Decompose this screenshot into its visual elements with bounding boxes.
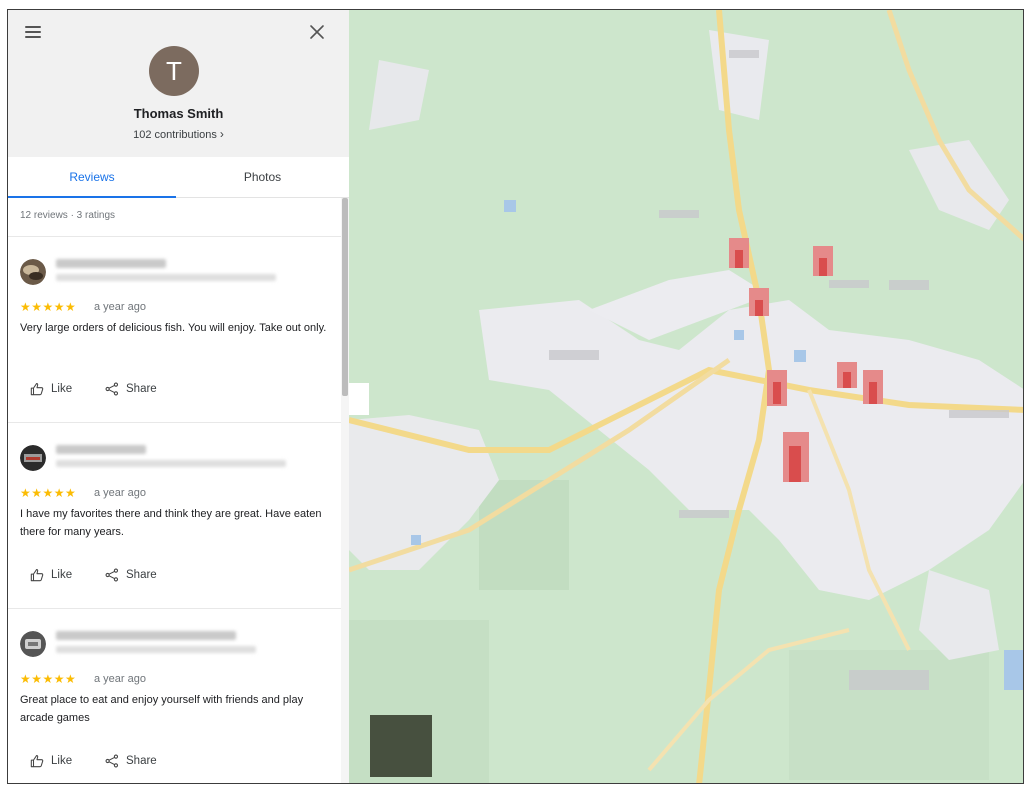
contributor-panel: T Thomas Smith 102 contributions › Review… <box>8 10 349 783</box>
thumb-up-icon <box>30 383 44 396</box>
star-rating: ★★★★★ <box>20 300 77 314</box>
share-label: Share <box>126 383 157 395</box>
thumb-up-icon <box>30 755 44 768</box>
review-time: a year ago <box>94 673 146 685</box>
map-tiles <box>349 10 1023 783</box>
tab-reviews[interactable]: Reviews <box>8 157 176 198</box>
tab-bar: Reviews Photos <box>8 157 349 198</box>
review-item: ★★★★★ a year ago Great place to eat and … <box>8 609 341 783</box>
share-button[interactable]: Share <box>105 379 157 399</box>
like-button[interactable]: Like <box>30 379 72 399</box>
close-icon[interactable] <box>308 23 326 41</box>
reviewer-avatar[interactable] <box>20 445 46 471</box>
like-label: Like <box>51 755 73 767</box>
scrollbar-thumb[interactable] <box>342 198 348 396</box>
reviewer-name-redacted[interactable] <box>56 445 146 454</box>
review-text: I have my favorites there and think they… <box>20 508 322 538</box>
review-summary: 12 reviews · 3 ratings <box>20 210 116 221</box>
share-button[interactable]: Share <box>105 751 157 771</box>
reviewer-avatar[interactable] <box>20 631 46 657</box>
thumb-up-icon <box>30 569 44 582</box>
star-rating: ★★★★★ <box>20 486 77 500</box>
review-text: Great place to eat and enjoy yourself wi… <box>20 694 304 724</box>
reviewer-name-redacted[interactable] <box>56 631 236 640</box>
hamburger-menu-icon[interactable] <box>25 26 43 40</box>
review-text: Very large orders of delicious fish. You… <box>20 322 327 334</box>
like-button[interactable]: Like <box>30 565 72 585</box>
profile-header: T Thomas Smith 102 contributions › <box>8 10 349 157</box>
review-time: a year ago <box>94 301 146 313</box>
share-icon <box>105 754 119 768</box>
tab-photos[interactable]: Photos <box>176 157 349 198</box>
review-item: ★★★★★ a year ago I have my favorites the… <box>8 423 341 609</box>
profile-name: Thomas Smith <box>133 106 224 121</box>
reviewer-avatar[interactable] <box>20 259 46 285</box>
review-time: a year ago <box>94 487 146 499</box>
like-button[interactable]: Like <box>30 751 72 771</box>
like-label: Like <box>51 383 73 395</box>
star-rating: ★★★★★ <box>20 672 77 686</box>
reviewer-place-redacted <box>56 460 286 467</box>
share-icon <box>105 568 119 582</box>
app-frame: T Thomas Smith 102 contributions › Review… <box>7 9 1024 784</box>
share-button[interactable]: Share <box>105 565 157 585</box>
share-icon <box>105 382 119 396</box>
collapse-panel-handle[interactable] <box>349 383 369 415</box>
review-item: ★★★★★ a year ago Very large orders of de… <box>8 237 341 423</box>
chevron-right-icon: › <box>219 127 224 141</box>
scrollbar[interactable] <box>341 198 349 783</box>
reviewer-name-redacted[interactable] <box>56 259 166 268</box>
reviewer-place-redacted <box>56 274 276 281</box>
share-label: Share <box>126 755 157 767</box>
share-label: Share <box>126 569 157 581</box>
like-label: Like <box>51 569 73 581</box>
avatar: T <box>149 46 199 96</box>
map-canvas[interactable] <box>349 10 1023 783</box>
contributions-label: 102 contributions <box>133 129 217 141</box>
reviewer-place-redacted <box>56 646 256 653</box>
satellite-layer-toggle[interactable] <box>370 715 432 777</box>
contributions-link[interactable]: 102 contributions › <box>8 127 349 141</box>
